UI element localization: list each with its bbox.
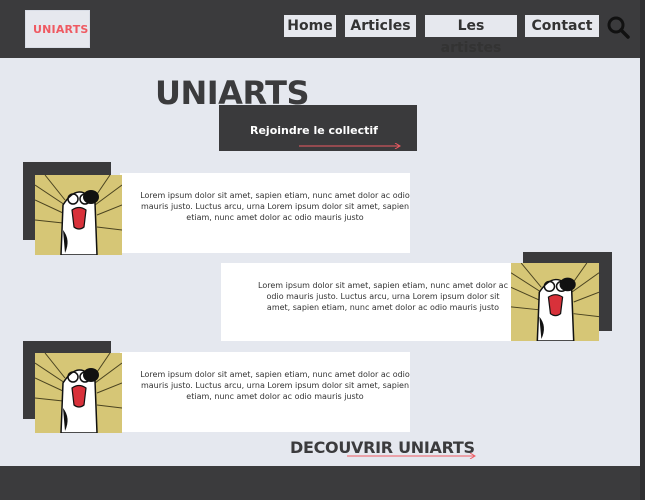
card-text: Lorem ipsum dolor sit amet, sapien etiam…: [140, 191, 410, 222]
card-text: Lorem ipsum dolor sit amet, sapien etiam…: [140, 370, 410, 401]
artwork-thumbnail[interactable]: [35, 353, 122, 433]
nav-artistes[interactable]: Les artistes: [425, 15, 517, 56]
top-navbar: UNIARTS Home Articles Les artistes Conta…: [0, 0, 640, 58]
cartoon-cow-icon: [511, 263, 599, 341]
logo-text: UNIARTS: [33, 23, 89, 36]
cartoon-cow-icon: [35, 175, 122, 255]
nav-contact[interactable]: Contact: [525, 15, 599, 37]
arrow-right-icon: [299, 143, 401, 149]
article-card[interactable]: Lorem ipsum dolor sit amet, sapien etiam…: [120, 352, 410, 432]
cartoon-cow-icon: [35, 353, 122, 433]
nav-home[interactable]: Home: [284, 15, 336, 37]
artwork-thumbnail[interactable]: [511, 263, 599, 341]
arrow-right-icon: [347, 453, 476, 459]
artwork-thumbnail[interactable]: [35, 175, 122, 255]
footer: [0, 466, 640, 500]
article-card[interactable]: Lorem ipsum dolor sit amet, sapien etiam…: [120, 173, 410, 253]
card-text: Lorem ipsum dolor sit amet, sapien etiam…: [258, 281, 508, 312]
join-button-label: Rejoindre le collectif: [250, 124, 378, 137]
search-icon[interactable]: [606, 15, 630, 39]
site-logo[interactable]: UNIARTS: [25, 10, 90, 48]
article-card[interactable]: Lorem ipsum dolor sit amet, sapien etiam…: [221, 263, 511, 341]
join-collective-button[interactable]: Rejoindre le collectif: [219, 105, 417, 151]
window-edge: [640, 0, 645, 500]
nav-articles[interactable]: Articles: [345, 15, 416, 37]
